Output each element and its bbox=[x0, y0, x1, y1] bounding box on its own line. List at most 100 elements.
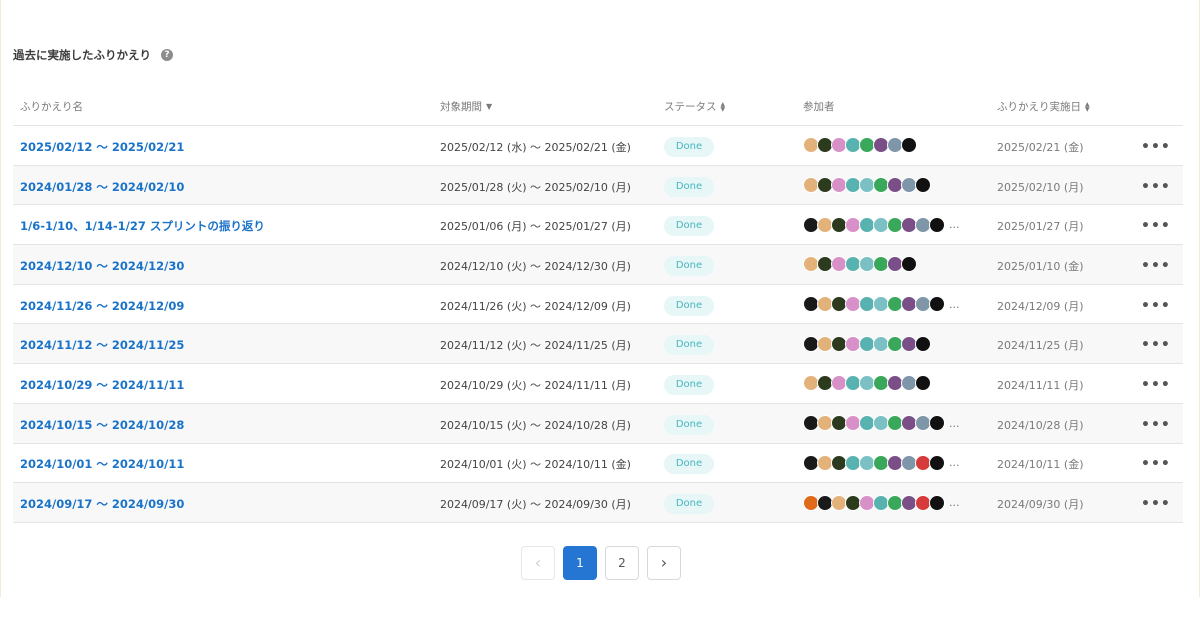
target-period: 2024/12/10 (火) 〜 2024/12/30 (月) bbox=[440, 259, 631, 273]
date-cell: 2024/09/30 (月) bbox=[997, 493, 1083, 512]
page-2-label: 2 bbox=[618, 556, 626, 570]
date-cell: 2025/02/10 (月) bbox=[997, 176, 1083, 195]
page-1-button[interactable]: 1 bbox=[563, 546, 597, 580]
next-page-button[interactable]: › bbox=[647, 546, 681, 580]
status-badge: Done bbox=[664, 335, 714, 356]
table-row[interactable]: 2024/01/28 〜 2024/02/10 2025/01/28 (火) 〜 … bbox=[13, 165, 1183, 206]
sort-icon[interactable]: ▲ ▼ bbox=[1085, 101, 1090, 112]
header-participants-label: 参加者 bbox=[803, 101, 835, 113]
page-2-button[interactable]: 2 bbox=[605, 546, 639, 580]
menu-cell: ••• bbox=[1141, 414, 1171, 433]
name-cell: 2024/10/15 〜 2024/10/28 bbox=[20, 414, 184, 433]
retrospective-name-link[interactable]: 2024/10/01 〜 2024/10/11 bbox=[20, 457, 184, 471]
status-cell: Done bbox=[664, 412, 714, 435]
table-row[interactable]: 2024/10/29 〜 2024/11/11 2024/10/29 (火) 〜 … bbox=[13, 364, 1183, 404]
period-cell: 2024/10/29 (火) 〜 2024/11/11 (月) bbox=[440, 374, 631, 393]
retrospective-date: 2024/12/09 (月) bbox=[997, 299, 1084, 313]
sort-descending-icon[interactable]: ▼ bbox=[486, 102, 492, 111]
target-period: 2025/01/06 (月) 〜 2025/01/27 (月) bbox=[440, 220, 631, 234]
more-participants-indicator: ... bbox=[949, 297, 960, 311]
sort-icon[interactable]: ▲ ▼ bbox=[721, 101, 726, 112]
participants-cell: ... bbox=[803, 453, 960, 473]
date-cell: 2024/11/11 (月) bbox=[997, 374, 1083, 393]
retrospective-name-link[interactable]: 2024/09/17 〜 2024/09/30 bbox=[20, 497, 184, 511]
menu-cell: ••• bbox=[1141, 255, 1171, 274]
participant-avatars bbox=[803, 135, 921, 155]
retrospective-name-link[interactable]: 2024/10/15 〜 2024/10/28 bbox=[20, 418, 184, 432]
target-period: 2025/01/28 (火) 〜 2025/02/10 (月) bbox=[440, 180, 631, 194]
header-participants: 参加者 bbox=[803, 99, 835, 114]
participants-cell: ... bbox=[803, 493, 960, 513]
retrospective-name-link[interactable]: 1/6-1/10、1/14-1/27 スプリントの振り返り bbox=[20, 219, 265, 233]
header-period[interactable]: 対象期間 ▼ bbox=[440, 99, 492, 114]
table-row[interactable]: 2024/11/12 〜 2024/11/25 2024/11/12 (火) 〜 … bbox=[13, 324, 1183, 365]
header-date[interactable]: ふりかえり実施日 ▲ ▼ bbox=[997, 99, 1090, 114]
more-options-icon[interactable]: ••• bbox=[1141, 258, 1171, 274]
name-cell: 2024/10/01 〜 2024/10/11 bbox=[20, 453, 184, 472]
participant-avatars: ... bbox=[803, 413, 960, 433]
table-row[interactable]: 2024/10/15 〜 2024/10/28 2024/10/15 (火) 〜 … bbox=[13, 403, 1183, 444]
target-period: 2024/09/17 (火) 〜 2024/09/30 (月) bbox=[440, 498, 631, 512]
more-options-icon[interactable]: ••• bbox=[1141, 218, 1171, 234]
retrospective-date: 2024/11/25 (月) bbox=[997, 339, 1084, 353]
participant-avatars: ... bbox=[803, 294, 960, 314]
table-row[interactable]: 2024/10/01 〜 2024/10/11 2024/10/01 (火) 〜 … bbox=[13, 444, 1183, 484]
period-cell: 2024/12/10 (火) 〜 2024/12/30 (月) bbox=[440, 255, 631, 274]
retrospective-date: 2025/02/10 (月) bbox=[997, 180, 1084, 194]
period-cell: 2024/09/17 (火) 〜 2024/09/30 (月) bbox=[440, 493, 631, 512]
name-cell: 2024/12/10 〜 2024/12/30 bbox=[20, 255, 184, 274]
table-row[interactable]: 1/6-1/10、1/14-1/27 スプリントの振り返り 2025/01/06 … bbox=[13, 205, 1183, 246]
status-badge: Done bbox=[664, 414, 714, 435]
menu-cell: ••• bbox=[1141, 493, 1171, 512]
prev-page-button[interactable]: ‹ bbox=[521, 546, 555, 580]
period-cell: 2025/02/12 (水) 〜 2025/02/21 (金) bbox=[440, 136, 631, 155]
menu-cell: ••• bbox=[1141, 176, 1171, 195]
status-badge: Done bbox=[664, 295, 714, 316]
status-cell: Done bbox=[664, 491, 714, 515]
page-1-label: 1 bbox=[576, 556, 584, 570]
table-row[interactable]: 2024/12/10 〜 2024/12/30 2024/12/10 (火) 〜 … bbox=[13, 245, 1183, 285]
table-row[interactable]: 2025/02/12 〜 2025/02/21 2025/02/12 (水) 〜 … bbox=[13, 126, 1183, 166]
status-badge: Done bbox=[664, 216, 714, 237]
table-row[interactable]: 2024/11/26 〜 2024/12/09 2024/11/26 (火) 〜 … bbox=[13, 285, 1183, 325]
status-badge: Done bbox=[664, 374, 714, 395]
more-participants-indicator: ... bbox=[949, 496, 960, 510]
more-options-icon[interactable]: ••• bbox=[1141, 377, 1171, 393]
participants-cell: ... bbox=[803, 294, 960, 314]
period-cell: 2024/11/26 (火) 〜 2024/12/09 (月) bbox=[440, 295, 631, 314]
target-period: 2024/11/12 (火) 〜 2024/11/25 (月) bbox=[440, 339, 631, 353]
status-cell: Done bbox=[664, 213, 714, 237]
retrospective-name-link[interactable]: 2024/01/28 〜 2024/02/10 bbox=[20, 180, 184, 194]
retrospective-name-link[interactable]: 2024/10/29 〜 2024/11/11 bbox=[20, 378, 184, 392]
table-row[interactable]: 2024/09/17 〜 2024/09/30 2024/09/17 (火) 〜 … bbox=[13, 483, 1183, 523]
more-options-icon[interactable]: ••• bbox=[1141, 139, 1171, 155]
more-options-icon[interactable]: ••• bbox=[1141, 179, 1171, 195]
participants-cell bbox=[803, 135, 921, 155]
retrospective-date: 2024/11/11 (月) bbox=[997, 378, 1084, 392]
more-options-icon[interactable]: ••• bbox=[1141, 298, 1171, 314]
question-circle-icon[interactable]: ? bbox=[161, 49, 173, 61]
date-cell: 2024/12/09 (月) bbox=[997, 295, 1083, 314]
more-options-icon[interactable]: ••• bbox=[1141, 417, 1171, 433]
name-cell: 1/6-1/10、1/14-1/27 スプリントの振り返り bbox=[20, 215, 265, 234]
retrospective-name-link[interactable]: 2024/12/10 〜 2024/12/30 bbox=[20, 259, 184, 273]
status-cell: Done bbox=[664, 332, 714, 356]
participant-avatars bbox=[803, 254, 921, 274]
more-options-icon[interactable]: ••• bbox=[1141, 337, 1171, 353]
retrospective-history-card: 過去に実施したふりかえり ? ふりかえり名 対象期間 ▼ ステータス ▲ ▼ 参加… bbox=[0, 0, 1200, 597]
avatar bbox=[915, 335, 931, 352]
avatar bbox=[901, 256, 917, 273]
retrospective-name-link[interactable]: 2024/11/26 〜 2024/12/09 bbox=[20, 299, 184, 313]
menu-cell: ••• bbox=[1141, 136, 1171, 155]
name-cell: 2024/09/17 〜 2024/09/30 bbox=[20, 493, 184, 512]
participant-avatars: ... bbox=[803, 493, 960, 513]
status-badge: Done bbox=[664, 136, 714, 157]
retrospective-name-link[interactable]: 2025/02/12 〜 2025/02/21 bbox=[20, 140, 184, 154]
status-cell: Done bbox=[664, 293, 714, 316]
more-options-icon[interactable]: ••• bbox=[1141, 496, 1171, 512]
retrospective-name-link[interactable]: 2024/11/12 〜 2024/11/25 bbox=[20, 338, 184, 352]
more-options-icon[interactable]: ••• bbox=[1141, 456, 1171, 472]
chevron-left-icon: ‹ bbox=[534, 553, 542, 572]
menu-cell: ••• bbox=[1141, 334, 1171, 353]
header-status[interactable]: ステータス ▲ ▼ bbox=[664, 99, 725, 114]
